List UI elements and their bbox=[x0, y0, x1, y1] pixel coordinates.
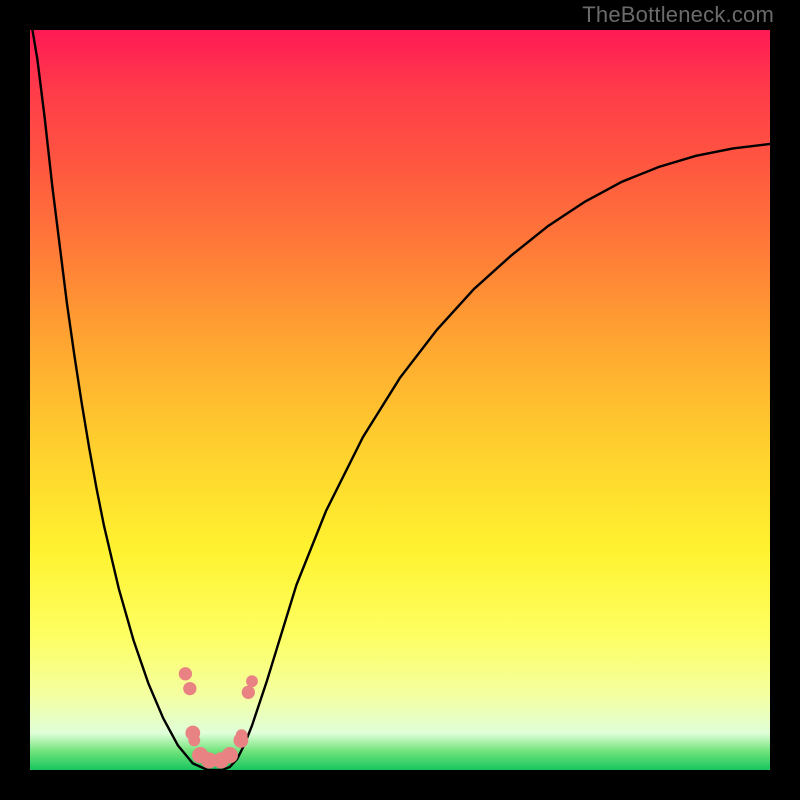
marker-group bbox=[179, 667, 258, 768]
outer-frame: TheBottleneck.com bbox=[0, 0, 800, 800]
bottleneck-curve bbox=[30, 30, 770, 770]
curve-marker bbox=[236, 729, 248, 741]
curve-marker bbox=[183, 682, 196, 695]
curve-marker bbox=[242, 686, 255, 699]
curve-marker bbox=[222, 747, 238, 763]
plot-area bbox=[30, 30, 770, 770]
chart-svg bbox=[30, 30, 770, 770]
curve-marker bbox=[188, 734, 200, 746]
curve-marker bbox=[179, 667, 192, 680]
watermark-text: TheBottleneck.com bbox=[582, 2, 774, 28]
curve-marker bbox=[246, 675, 258, 687]
